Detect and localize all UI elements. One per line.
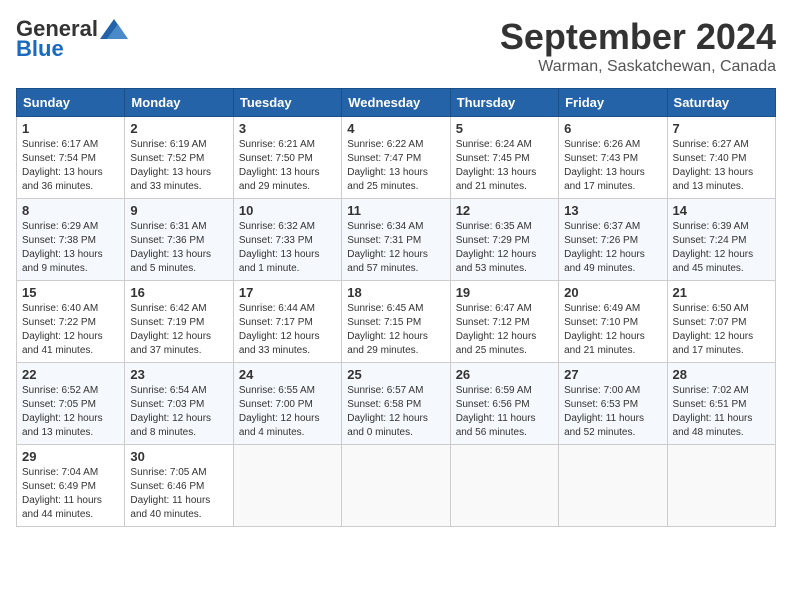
title-block: September 2024 Warman, Saskatchewan, Can…	[500, 16, 776, 76]
calendar-row-5: 29 Sunrise: 7:04 AMSunset: 6:49 PMDaylig…	[17, 445, 776, 527]
day-cell-17: 17 Sunrise: 6:44 AMSunset: 7:17 PMDaylig…	[233, 281, 341, 363]
day-cell-5: 5 Sunrise: 6:24 AMSunset: 7:45 PMDayligh…	[450, 117, 558, 199]
day-cell-24: 24 Sunrise: 6:55 AMSunset: 7:00 PMDaylig…	[233, 363, 341, 445]
day-cell-8: 8 Sunrise: 6:29 AMSunset: 7:38 PMDayligh…	[17, 199, 125, 281]
calendar-row-2: 8 Sunrise: 6:29 AMSunset: 7:38 PMDayligh…	[17, 199, 776, 281]
col-thursday: Thursday	[450, 89, 558, 117]
day-cell-1: 1 Sunrise: 6:17 AMSunset: 7:54 PMDayligh…	[17, 117, 125, 199]
day-cell-6: 6 Sunrise: 6:26 AMSunset: 7:43 PMDayligh…	[559, 117, 667, 199]
col-wednesday: Wednesday	[342, 89, 450, 117]
col-saturday: Saturday	[667, 89, 775, 117]
location-title: Warman, Saskatchewan, Canada	[500, 58, 776, 76]
day-cell-7: 7 Sunrise: 6:27 AMSunset: 7:40 PMDayligh…	[667, 117, 775, 199]
day-cell-23: 23 Sunrise: 6:54 AMSunset: 7:03 PMDaylig…	[125, 363, 233, 445]
day-cell-28: 28 Sunrise: 7:02 AMSunset: 6:51 PMDaylig…	[667, 363, 775, 445]
logo: General Blue	[16, 16, 128, 62]
day-cell-27: 27 Sunrise: 7:00 AMSunset: 6:53 PMDaylig…	[559, 363, 667, 445]
col-tuesday: Tuesday	[233, 89, 341, 117]
empty-cell-2	[342, 445, 450, 527]
col-sunday: Sunday	[17, 89, 125, 117]
calendar-row-3: 15 Sunrise: 6:40 AMSunset: 7:22 PMDaylig…	[17, 281, 776, 363]
day-cell-19: 19 Sunrise: 6:47 AMSunset: 7:12 PMDaylig…	[450, 281, 558, 363]
logo-blue-text: Blue	[16, 36, 64, 62]
col-monday: Monday	[125, 89, 233, 117]
month-title: September 2024	[500, 16, 776, 58]
day-cell-13: 13 Sunrise: 6:37 AMSunset: 7:26 PMDaylig…	[559, 199, 667, 281]
empty-cell-4	[559, 445, 667, 527]
day-cell-30: 30 Sunrise: 7:05 AMSunset: 6:46 PMDaylig…	[125, 445, 233, 527]
day-cell-14: 14 Sunrise: 6:39 AMSunset: 7:24 PMDaylig…	[667, 199, 775, 281]
day-cell-10: 10 Sunrise: 6:32 AMSunset: 7:33 PMDaylig…	[233, 199, 341, 281]
col-friday: Friday	[559, 89, 667, 117]
day-cell-21: 21 Sunrise: 6:50 AMSunset: 7:07 PMDaylig…	[667, 281, 775, 363]
day-cell-4: 4 Sunrise: 6:22 AMSunset: 7:47 PMDayligh…	[342, 117, 450, 199]
day-cell-26: 26 Sunrise: 6:59 AMSunset: 6:56 PMDaylig…	[450, 363, 558, 445]
calendar-table: Sunday Monday Tuesday Wednesday Thursday…	[16, 88, 776, 527]
day-cell-11: 11 Sunrise: 6:34 AMSunset: 7:31 PMDaylig…	[342, 199, 450, 281]
empty-cell-5	[667, 445, 775, 527]
day-cell-2: 2 Sunrise: 6:19 AMSunset: 7:52 PMDayligh…	[125, 117, 233, 199]
page-header: General Blue September 2024 Warman, Sask…	[16, 16, 776, 76]
day-cell-15: 15 Sunrise: 6:40 AMSunset: 7:22 PMDaylig…	[17, 281, 125, 363]
day-cell-16: 16 Sunrise: 6:42 AMSunset: 7:19 PMDaylig…	[125, 281, 233, 363]
day-cell-20: 20 Sunrise: 6:49 AMSunset: 7:10 PMDaylig…	[559, 281, 667, 363]
calendar-header-row: Sunday Monday Tuesday Wednesday Thursday…	[17, 89, 776, 117]
day-cell-3: 3 Sunrise: 6:21 AMSunset: 7:50 PMDayligh…	[233, 117, 341, 199]
day-cell-25: 25 Sunrise: 6:57 AMSunset: 6:58 PMDaylig…	[342, 363, 450, 445]
logo-icon	[100, 19, 128, 39]
day-cell-9: 9 Sunrise: 6:31 AMSunset: 7:36 PMDayligh…	[125, 199, 233, 281]
calendar-row-1: 1 Sunrise: 6:17 AMSunset: 7:54 PMDayligh…	[17, 117, 776, 199]
day-cell-12: 12 Sunrise: 6:35 AMSunset: 7:29 PMDaylig…	[450, 199, 558, 281]
calendar-row-4: 22 Sunrise: 6:52 AMSunset: 7:05 PMDaylig…	[17, 363, 776, 445]
empty-cell-3	[450, 445, 558, 527]
day-cell-18: 18 Sunrise: 6:45 AMSunset: 7:15 PMDaylig…	[342, 281, 450, 363]
empty-cell-1	[233, 445, 341, 527]
day-cell-22: 22 Sunrise: 6:52 AMSunset: 7:05 PMDaylig…	[17, 363, 125, 445]
day-cell-29: 29 Sunrise: 7:04 AMSunset: 6:49 PMDaylig…	[17, 445, 125, 527]
